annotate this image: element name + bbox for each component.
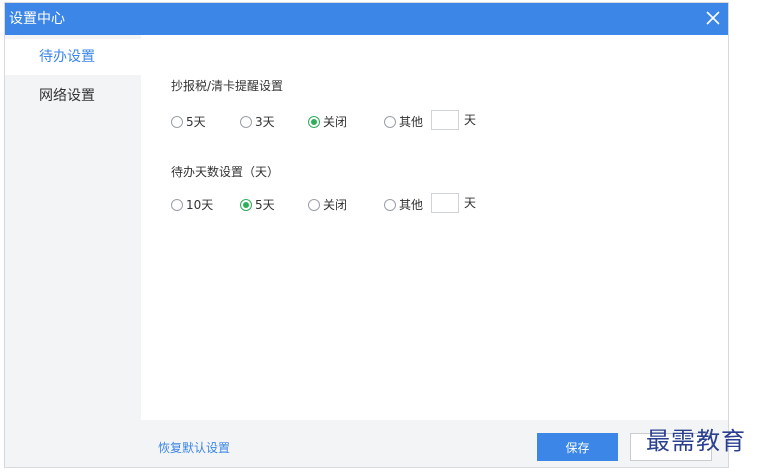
sidebar-item-label: 待办设置 — [39, 49, 95, 65]
tax-other-days-input[interactable] — [431, 110, 459, 130]
close-button[interactable] — [700, 5, 726, 31]
settings-content: 抄报税/清卡提醒设置 5天 3天 关闭 其他 天 待办天数设置（天） 10天 5… — [141, 35, 728, 420]
window-title: 设置中心 — [9, 11, 65, 27]
radio-label: 关闭 — [323, 115, 348, 129]
radio-indicator — [384, 116, 396, 128]
sidebar-item-network-settings[interactable]: 网络设置 — [5, 78, 141, 114]
todo-unit-label: 天 — [464, 196, 477, 210]
sidebar-item-label: 网络设置 — [39, 88, 95, 104]
section-title-todo-days: 待办天数设置（天） — [171, 165, 280, 179]
radio-indicator — [240, 199, 252, 211]
radio-label: 5天 — [186, 115, 206, 129]
radio-label: 3天 — [255, 115, 275, 129]
section-title-tax-reminder: 抄报税/清卡提醒设置 — [171, 79, 284, 93]
close-icon — [706, 11, 720, 25]
tax-unit-label: 天 — [464, 113, 477, 127]
title-bar: 设置中心 — [5, 3, 728, 35]
radio-label: 5天 — [255, 198, 275, 212]
todo-other-days-input[interactable] — [431, 193, 459, 213]
radio-label: 10天 — [186, 198, 214, 212]
watermark-logo: 最需教育 — [646, 427, 746, 455]
save-button[interactable]: 保存 — [537, 433, 618, 461]
settings-dialog: 设置中心 待办设置 网络设置 抄报税/清卡提醒设置 5天 3天 关闭 其他 天 … — [4, 2, 729, 468]
radio-indicator — [171, 199, 183, 211]
radio-indicator — [308, 116, 320, 128]
radio-indicator — [171, 116, 183, 128]
radio-label: 其他 — [399, 198, 424, 212]
radio-label: 其他 — [399, 115, 424, 129]
radio-indicator — [308, 199, 320, 211]
radio-indicator — [384, 199, 396, 211]
radio-indicator — [240, 116, 252, 128]
radio-label: 关闭 — [323, 198, 348, 212]
sidebar-item-todo-settings[interactable]: 待办设置 — [5, 39, 141, 75]
restore-defaults-link[interactable]: 恢复默认设置 — [158, 440, 230, 456]
dialog-footer: 恢复默认设置 保存 — [141, 420, 728, 467]
sidebar: 待办设置 网络设置 — [5, 35, 141, 467]
